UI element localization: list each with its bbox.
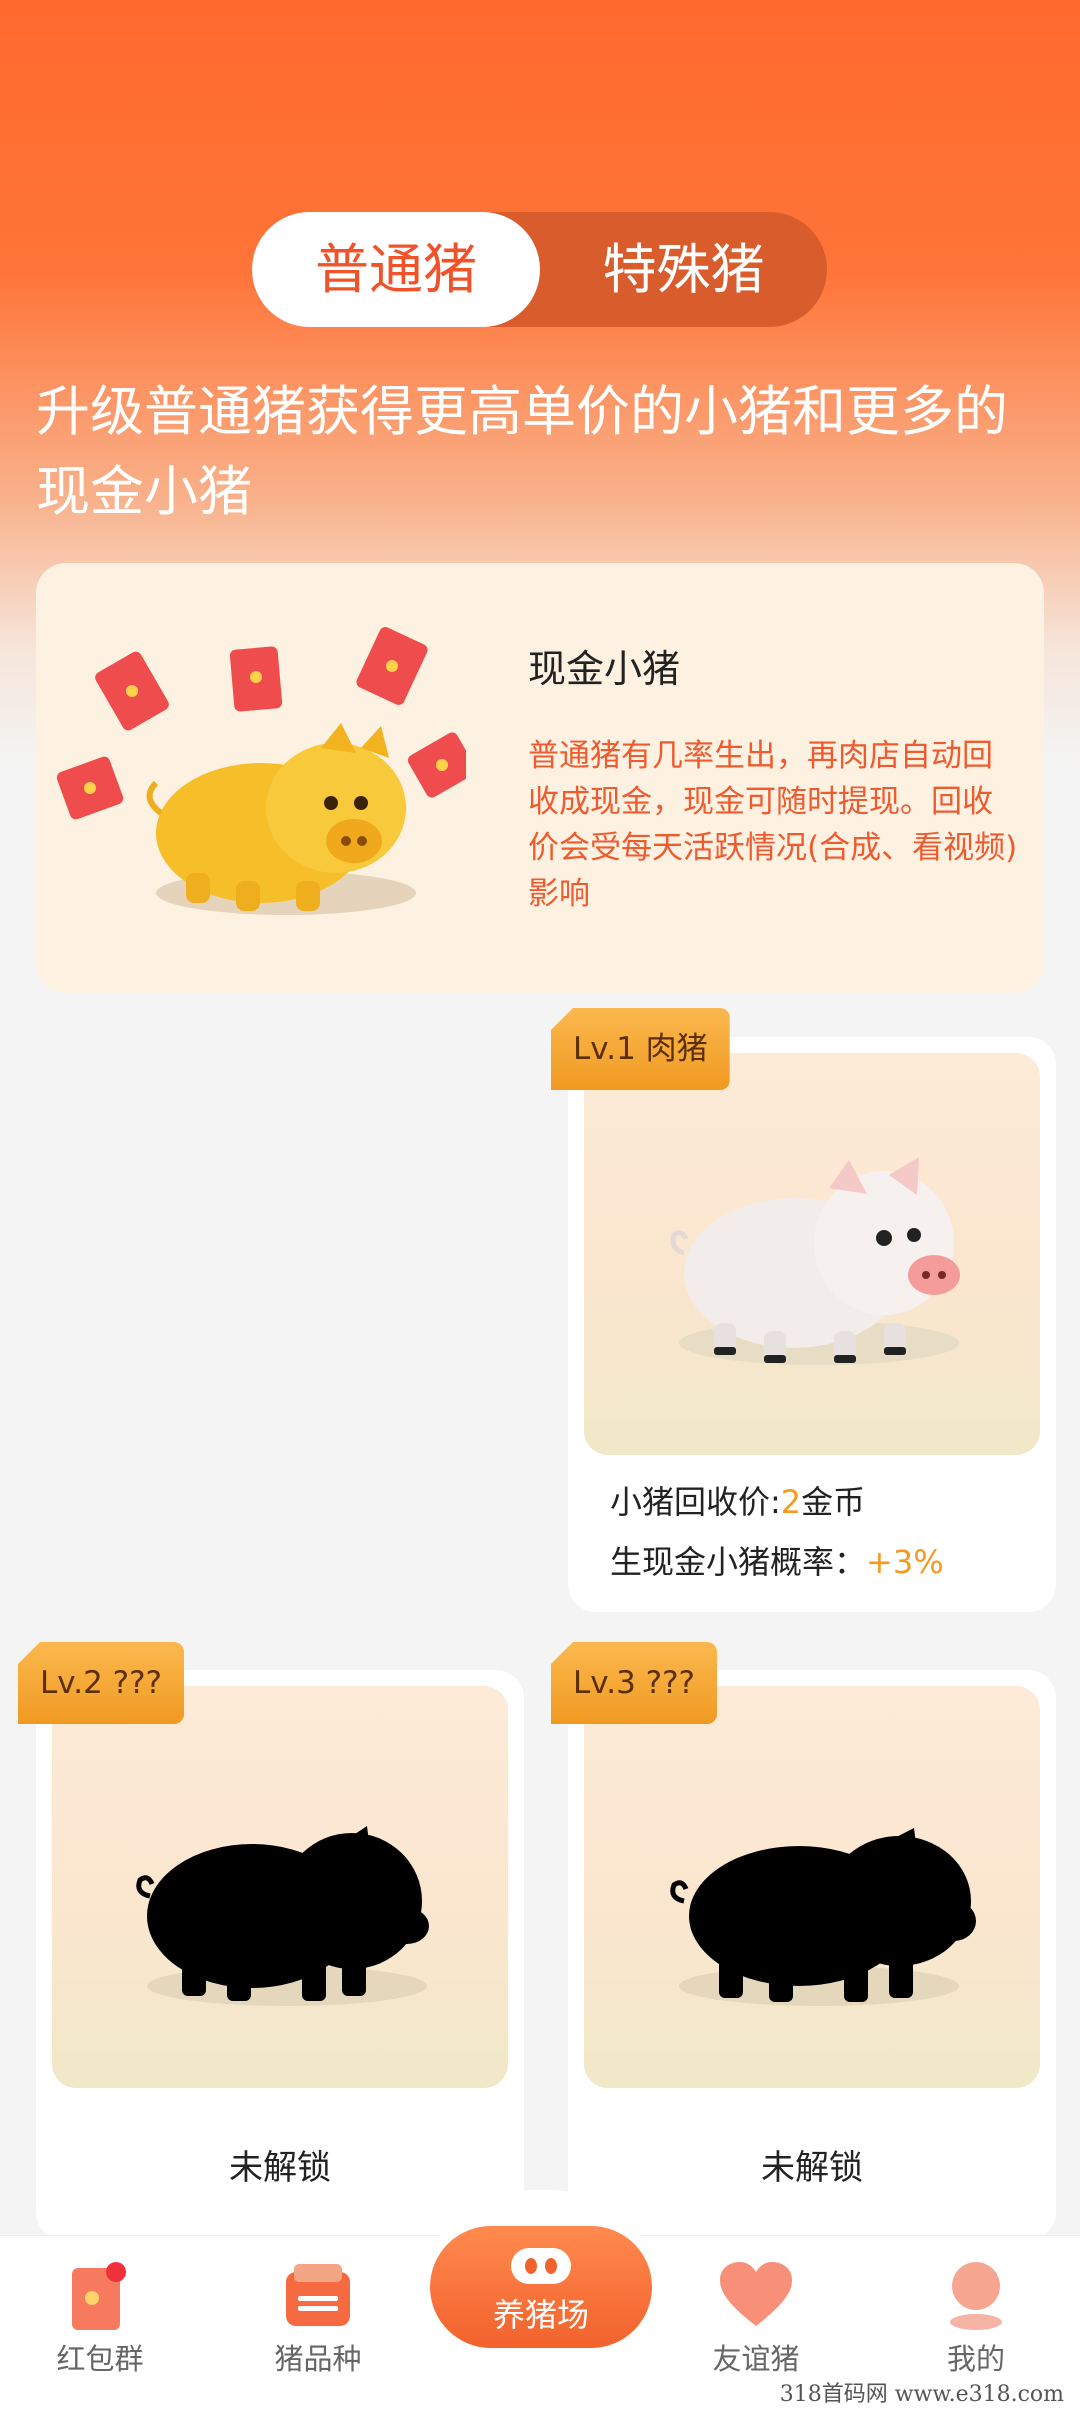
tab-normal-pig[interactable]: 普通猪 xyxy=(252,212,540,327)
unlock-status-lv3: 未解锁 xyxy=(761,2148,863,2188)
nav-item-pig-farm[interactable]: 养猪场 xyxy=(430,2226,652,2348)
pig-nose-icon xyxy=(511,2248,571,2284)
pig-card-lv1[interactable]: 小猪回收价:2金币 生现金小猪概率：+3% xyxy=(568,1037,1056,1612)
golden-pig-illustration xyxy=(56,627,466,915)
level-badge-lv1: Lv.1 肉猪 xyxy=(551,1008,730,1090)
pig-image-lv3 xyxy=(584,1686,1040,2088)
watermark: 318首码网 www.e318.com xyxy=(779,2382,1064,2407)
pig-type-switch: 普通猪 特殊猪 xyxy=(252,212,827,327)
red-envelope-icon xyxy=(95,651,169,731)
pig-card-lv3[interactable]: 未解锁 xyxy=(568,1670,1056,2240)
level-badge-lv3: Lv.3 ??? xyxy=(551,1642,718,1724)
red-envelope-icon xyxy=(56,756,124,820)
recycle-price-line: 小猪回收价:2金币 xyxy=(610,1477,865,1523)
info-card-title: 现金小猪 xyxy=(528,647,681,691)
red-envelope-icon xyxy=(407,732,466,798)
nav-label-mine: 我的 xyxy=(946,2342,1005,2376)
recycle-price-label: 小猪回收价: xyxy=(610,1483,781,1521)
nav-item-red-packet-group[interactable]: 红包群 xyxy=(0,2236,200,2409)
heart-icon xyxy=(720,2262,792,2326)
info-card-description: 普通猪有几率生出，再肉店自动回收成现金，现金可随时提现。回收价会受每天活跃情况(… xyxy=(528,738,1018,912)
locked-pig-silhouette xyxy=(670,1828,976,2006)
pig-card-lv2[interactable]: 未解锁 xyxy=(36,1670,524,2240)
wallet-icon xyxy=(286,2264,350,2326)
cash-pig-info-card: 现金小猪 普通猪有几率生出，再肉店自动回收成现金，现金可随时提现。回收价会受每天… xyxy=(36,563,1044,993)
locked-pig-silhouette xyxy=(136,1826,429,2006)
profile-icon xyxy=(950,2262,1002,2330)
level-badge-lv2: Lv.2 ??? xyxy=(18,1642,185,1724)
pig-image-lv1 xyxy=(584,1053,1040,1455)
recycle-price-unit: 金币 xyxy=(801,1483,866,1521)
nav-label-friendship-pig: 友谊猪 xyxy=(712,2342,800,2376)
cash-pig-rate-label: 生现金小猪概率： xyxy=(610,1543,867,1581)
cash-pig-rate-line: 生现金小猪概率：+3% xyxy=(610,1537,944,1583)
nav-item-pig-breeds[interactable]: 猪品种 xyxy=(218,2236,418,2409)
nav-label-pig-farm: 养猪场 xyxy=(492,2296,589,2334)
nav-label-red-packet-group: 红包群 xyxy=(56,2342,144,2376)
red-envelope-icon xyxy=(229,646,283,712)
nav-label-pig-breeds: 猪品种 xyxy=(274,2342,362,2376)
red-envelope-icon xyxy=(356,627,428,705)
pig-image-lv2 xyxy=(52,1686,508,2088)
recycle-price-value: 2 xyxy=(780,1483,802,1521)
page-headline: 升级普通猪获得更高单价的小猪和更多的现金小猪 xyxy=(36,380,1008,523)
unlock-status-lv2: 未解锁 xyxy=(229,2148,331,2188)
white-pig-illustration xyxy=(670,1157,960,1365)
red-packet-icon xyxy=(72,2262,126,2330)
cash-pig-rate-value: +3% xyxy=(866,1543,944,1581)
tab-special-pig[interactable]: 特殊猪 xyxy=(540,212,827,327)
